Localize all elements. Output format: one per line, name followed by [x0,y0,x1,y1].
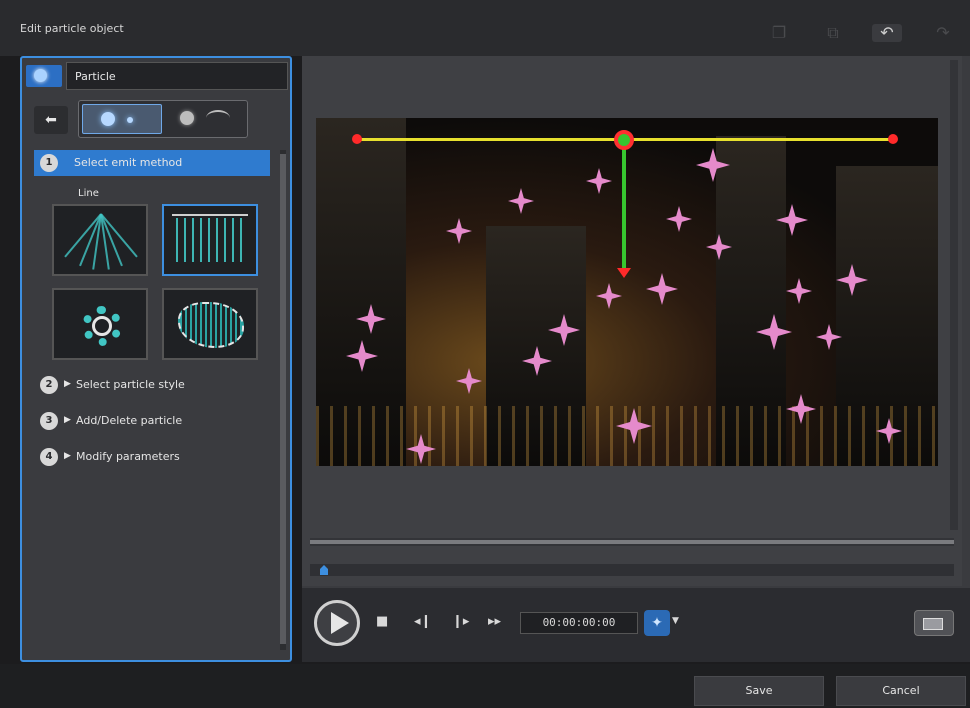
scrollbar-thumb[interactable] [280,154,286,644]
particle-name-input[interactable] [66,62,288,90]
paste-icon[interactable]: ⧉ [822,24,844,42]
particle-column [232,218,234,262]
particle-star [786,278,812,304]
emit-point-spread-tile[interactable] [52,204,148,276]
city-lights [316,406,938,466]
fast-forward-icon[interactable]: ▸▸ [488,614,501,629]
particle-star [508,188,534,214]
emitter-sparkle-icon [101,112,115,126]
step-add-delete-particle[interactable]: 3 ▶ Add/Delete particle [34,408,270,434]
mode-toolbar: ⬅ [32,100,282,138]
scrollbar-thumb[interactable] [310,540,954,544]
step-modify-parameters[interactable]: 4 ▶ Modify parameters [34,444,270,470]
curve-path-icon [206,110,230,126]
step-label: Select particle style [76,378,185,391]
path-start-handle[interactable] [352,134,362,144]
chevron-down-icon[interactable]: ▼ [672,616,679,626]
view-mode-button[interactable] [914,610,954,636]
copy-icon[interactable]: ❐ [768,24,790,42]
particle-icon [26,65,62,87]
window-title: Edit particle object [20,22,124,35]
expand-arrow-icon: ▶ [64,379,71,389]
particle-column [240,218,242,262]
left-panel-scrollbar[interactable] [280,150,286,650]
particle-star [456,368,482,394]
preview-video-frame[interactable] [316,118,938,466]
save-button[interactable]: Save [694,676,824,706]
emit-shape-area-tile[interactable] [162,288,258,360]
preview-panel: ■ ◂❙ ❙▸ ▸▸ 00:00:00:00 ✦ ▼ [302,56,970,662]
name-row [26,62,288,90]
path-mode-button[interactable] [166,104,246,134]
cancel-button[interactable]: Cancel [836,676,966,706]
back-arrow-icon[interactable]: ⬅ [34,106,68,134]
shape-area-blob [178,302,244,348]
particle-column [192,218,194,262]
next-frame-icon[interactable]: ❙▸ [452,614,469,629]
title-bar: Edit particle object ❐ ⧉ ↶ ↷ [0,0,970,56]
snapshot-icon[interactable]: ✦ [644,610,670,636]
expand-arrow-icon: ▶ [64,451,71,461]
step-select-particle-style[interactable]: 2 ▶ Select particle style [34,372,270,398]
preview-horizontal-scrollbar[interactable] [310,538,954,546]
emit-line-bar [172,214,248,216]
particle-star [666,206,692,232]
timecode-display[interactable]: 00:00:00:00 [520,612,638,634]
particle-column [216,218,218,262]
step-number-badge: 3 [40,412,58,430]
step-label: Add/Delete particle [76,414,183,427]
emit-radial-burst-tile[interactable] [52,288,148,360]
redo-icon[interactable]: ↷ [932,24,954,42]
particle-column [176,218,178,262]
particle-star [446,218,472,244]
path-end-handle[interactable] [888,134,898,144]
step-label: Modify parameters [76,450,180,463]
steps-list: 1 Select emit method Line 2 ▶ Select par… [30,150,286,650]
step-select-emit-method[interactable]: 1 Select emit method [34,150,270,176]
previous-frame-icon[interactable]: ◂❙ [414,614,431,629]
undo-icon[interactable]: ↶ [872,24,902,42]
playhead-marker[interactable] [320,565,328,575]
particle-star [596,283,622,309]
particle-settings-panel: ⬅ 1 Select emit method Line [20,56,292,662]
burst-core [92,316,112,336]
footer-bar: Save Cancel [0,664,970,708]
path-center-handle[interactable] [614,130,634,150]
preview-area [302,56,962,586]
particle-star [646,273,678,305]
preview-vertical-scrollbar[interactable] [950,60,958,530]
expand-arrow-icon: ▶ [64,415,71,425]
playback-controls: ■ ◂❙ ❙▸ ▸▸ 00:00:00:00 ✦ ▼ [302,588,970,662]
step-number-badge: 1 [40,154,58,172]
timeline-slider[interactable] [310,564,954,576]
particle-star [586,168,612,194]
step-number-badge: 2 [40,376,58,394]
step-label: Select emit method [74,156,183,169]
particle-column [184,218,186,262]
direction-arrow-handle[interactable] [617,268,631,278]
play-button[interactable] [314,600,360,646]
emit-method-label: Line [78,188,99,199]
stop-icon[interactable]: ■ [376,614,388,629]
ray [79,213,102,267]
step-number-badge: 4 [40,448,58,466]
particle-column [200,218,202,262]
particle-column [208,218,210,262]
emitter-mode-button[interactable] [82,104,162,134]
emit-direction-line[interactable] [622,140,626,270]
path-sparkle-icon [180,111,194,125]
mode-toggle-group [78,100,248,138]
particle-column [224,218,226,262]
emit-line-tile[interactable] [162,204,258,276]
sparkle-dot-icon [127,117,133,123]
